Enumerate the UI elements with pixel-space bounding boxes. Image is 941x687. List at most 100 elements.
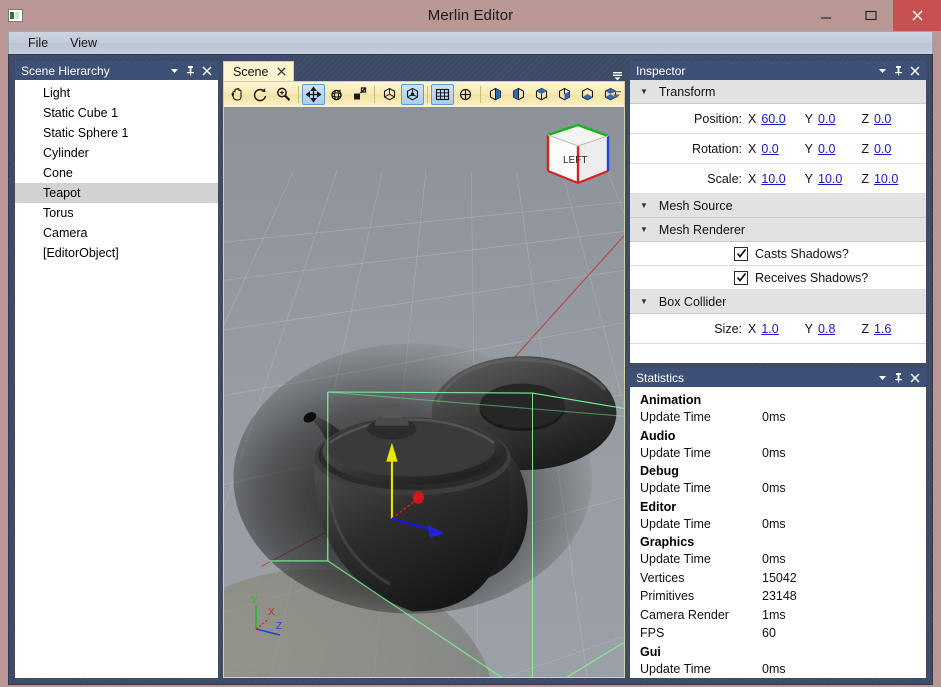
rotate-globe-icon[interactable] [325, 84, 348, 105]
casts-shadows-checkbox[interactable] [734, 246, 748, 261]
chevron-down-icon[interactable] [170, 66, 179, 75]
hand-icon[interactable] [226, 84, 249, 105]
svg-text:X: X [268, 607, 275, 618]
scale-y[interactable]: Y 10.0 [805, 172, 862, 186]
hierarchy-item[interactable]: Cylinder [15, 143, 218, 163]
stat-value: 60 [762, 626, 776, 641]
section-label: Transform [658, 84, 716, 99]
stat-name: Camera Render [640, 607, 729, 622]
title-bar: Merlin Editor [0, 0, 941, 31]
stat-row: Update Time 0ms [630, 660, 926, 679]
stat-group-label: Graphics [640, 535, 695, 549]
rotation-z[interactable]: Z 0.0 [861, 142, 918, 156]
axis-value[interactable]: 10.0 [874, 172, 898, 186]
hierarchy-item[interactable]: Light [15, 83, 218, 103]
minimize-icon[interactable] [803, 0, 848, 31]
axis-letter: Z [861, 141, 869, 156]
cube-back-icon[interactable] [507, 84, 530, 105]
axis-letter: X [748, 171, 757, 186]
inspector-section-mesh-renderer[interactable]: ▼ Mesh Renderer [630, 218, 926, 242]
cube-front-icon[interactable] [484, 84, 507, 105]
grid-icon[interactable] [431, 84, 454, 105]
position-x[interactable]: X 60.0 [748, 112, 805, 126]
inspector-section-box-collider[interactable]: ▼ Box Collider [630, 290, 926, 314]
position-z[interactable]: Z 0.0 [861, 112, 918, 126]
stat-row: Update Time 0ms [630, 515, 926, 534]
axis-value[interactable]: 0.8 [818, 322, 835, 336]
tab-scene[interactable]: Scene [223, 61, 295, 81]
axis-value[interactable]: 10.0 [818, 172, 842, 186]
casts-shadows-row: Casts Shadows? [630, 242, 926, 266]
dock-area: Scene Hierarchy Light Static Cube 1 Stat… [8, 54, 933, 685]
cube-right-icon[interactable] [553, 84, 576, 105]
pin-icon[interactable] [186, 65, 195, 76]
snap-icon[interactable] [454, 84, 477, 105]
axis-value[interactable]: 0.0 [761, 142, 778, 156]
scene-hierarchy-list: Light Static Cube 1 Static Sphere 1 Cyli… [15, 80, 218, 678]
tab-label: Scene [233, 64, 269, 79]
cube-top-icon[interactable] [576, 84, 599, 105]
menu-item-view[interactable]: View [59, 34, 108, 52]
statistics-panel: Statistics Animation Update Time 0ms Aud… [630, 368, 926, 678]
rotate-icon[interactable] [249, 84, 272, 105]
axis-value[interactable]: 0.0 [818, 142, 835, 156]
axis-value[interactable]: 0.0 [874, 112, 891, 126]
position-y[interactable]: Y 0.0 [805, 112, 862, 126]
size-x[interactable]: X 1.0 [748, 322, 805, 336]
world-axis-icon[interactable] [401, 84, 424, 105]
hierarchy-item[interactable]: [EditorObject] [15, 243, 218, 263]
axis-value[interactable]: 0.0 [874, 142, 891, 156]
tabstrip-overflow-icon[interactable] [609, 70, 625, 81]
axis-letter: Y [804, 171, 814, 186]
window-title: Merlin Editor [427, 7, 514, 24]
move-arrows-icon[interactable] [302, 84, 325, 105]
stat-row: Vertices 15042 [630, 569, 926, 588]
scene-toolbar [224, 82, 624, 107]
toolbar-separator [298, 86, 299, 103]
size-z[interactable]: Z 1.6 [861, 322, 918, 336]
size-y[interactable]: Y 0.8 [805, 322, 862, 336]
close-icon[interactable] [910, 373, 920, 383]
close-icon[interactable] [202, 66, 212, 76]
close-icon[interactable] [277, 65, 287, 78]
inspector-section-transform[interactable]: ▼ Transform [630, 80, 926, 104]
pin-icon[interactable] [894, 65, 903, 76]
hierarchy-item-selected[interactable]: Teapot [15, 183, 218, 203]
chevron-down-icon[interactable] [878, 373, 887, 382]
toolbar-overflow-icon[interactable] [610, 82, 622, 107]
chevron-down-icon[interactable] [878, 66, 887, 75]
hierarchy-item[interactable]: Static Sphere 1 [15, 123, 218, 143]
close-icon[interactable] [910, 66, 920, 76]
scene-viewport[interactable]: LEFT Y X Z [224, 107, 624, 677]
view-cube[interactable]: LEFT [534, 113, 616, 195]
rotation-x[interactable]: X 0.0 [748, 142, 805, 156]
scale-x[interactable]: X 10.0 [748, 172, 805, 186]
local-axis-icon[interactable] [378, 84, 401, 105]
hierarchy-item[interactable]: Static Cube 1 [15, 103, 218, 123]
scale-z[interactable]: Z 10.0 [861, 172, 918, 186]
hierarchy-item[interactable]: Torus [15, 203, 218, 223]
axis-value[interactable]: 10.0 [761, 172, 785, 186]
maximize-icon[interactable] [848, 0, 893, 31]
stat-value: 1ms [762, 607, 786, 622]
hierarchy-item[interactable]: Cone [15, 163, 218, 183]
rotation-y[interactable]: Y 0.0 [805, 142, 862, 156]
axis-value[interactable]: 60.0 [761, 112, 785, 126]
menu-item-file[interactable]: File [17, 34, 59, 52]
section-label: Mesh Renderer [658, 222, 746, 237]
stat-value: 0ms [762, 552, 786, 567]
axis-indicator: Y X Z [242, 591, 292, 641]
receives-shadows-checkbox[interactable] [734, 270, 748, 285]
magnifier-icon[interactable] [272, 84, 295, 105]
inspector-section-mesh-source[interactable]: ▼ Mesh Source [630, 194, 926, 218]
scale-box-icon[interactable] [348, 84, 371, 105]
pin-icon[interactable] [894, 372, 903, 383]
toolbar-separator [480, 86, 481, 103]
axis-value[interactable]: 1.6 [874, 322, 891, 336]
axis-value[interactable]: 0.0 [818, 112, 835, 126]
svg-text:Z: Z [276, 621, 282, 632]
hierarchy-item[interactable]: Camera [15, 223, 218, 243]
close-icon[interactable] [893, 0, 941, 31]
axis-value[interactable]: 1.0 [761, 322, 778, 336]
cube-left-icon[interactable] [530, 84, 553, 105]
